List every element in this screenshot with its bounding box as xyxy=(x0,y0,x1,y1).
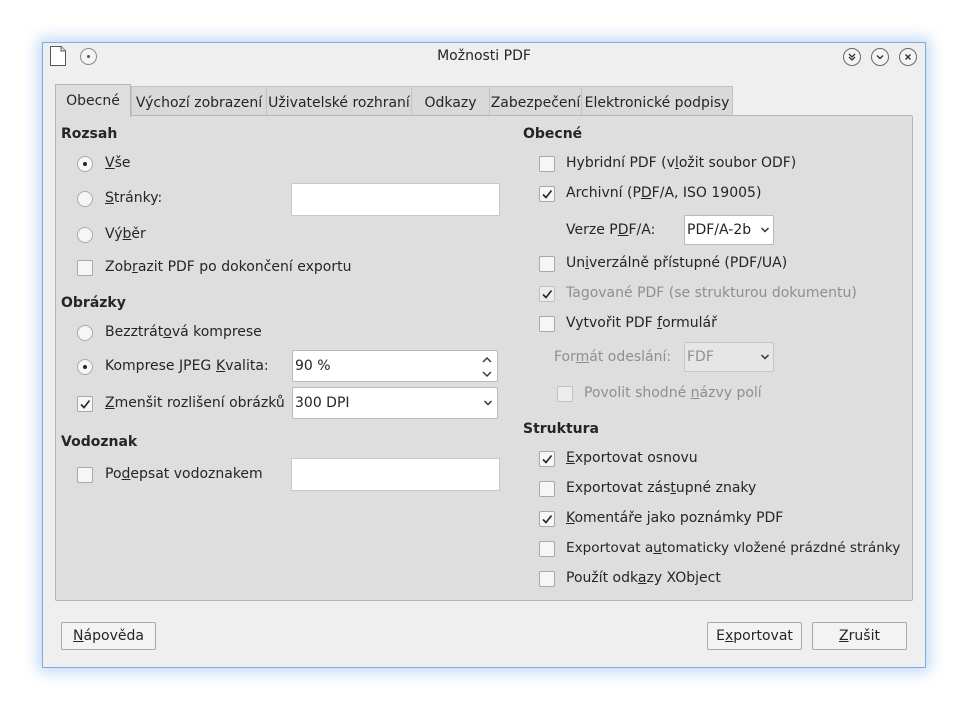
range-pages-label[interactable]: Stránky: xyxy=(105,190,162,206)
pdfa-version-label: Verze PDF/A: xyxy=(566,222,656,238)
range-all-radio[interactable] xyxy=(77,156,93,172)
checkmark-icon xyxy=(80,400,91,409)
range-selection-radio[interactable] xyxy=(77,227,93,243)
help-button[interactable]: Nápověda xyxy=(61,622,156,650)
comments-as-notes-checkbox[interactable] xyxy=(539,511,555,527)
jpeg-quality-value: 90 % xyxy=(295,358,331,374)
lossless-compression-radio[interactable] xyxy=(77,325,93,341)
allow-duplicate-names-checkbox[interactable] xyxy=(557,386,573,402)
window-title: Možnosti PDF xyxy=(437,48,531,64)
allow-duplicate-names-label[interactable]: Povolit shodné názvy polí xyxy=(584,385,762,401)
use-xobject-checkbox[interactable] xyxy=(539,571,555,587)
submit-format-dropdown[interactable]: FDF xyxy=(684,342,774,372)
range-pages-radio[interactable] xyxy=(77,191,93,207)
sign-watermark-checkbox[interactable] xyxy=(77,467,93,483)
shade-icon xyxy=(848,53,856,61)
images-header: Obrázky xyxy=(61,295,126,311)
checkmark-icon xyxy=(542,515,553,524)
title-bar: Možnosti PDF xyxy=(43,43,925,71)
tab-general[interactable]: Obecné xyxy=(55,84,131,117)
reduce-resolution-checkbox[interactable] xyxy=(77,396,93,412)
close-icon xyxy=(905,54,911,60)
export-placeholders-checkbox[interactable] xyxy=(539,481,555,497)
structure-header: Struktura xyxy=(523,421,599,437)
sign-watermark-label[interactable]: Podepsat vodoznakem xyxy=(105,466,263,482)
pdfa-version-dropdown[interactable]: PDF/A-2b xyxy=(684,215,774,245)
resolution-value: 300 DPI xyxy=(295,395,350,411)
checkmark-icon xyxy=(542,455,553,464)
minimize-button[interactable] xyxy=(871,48,889,66)
archive-pdfa-checkbox[interactable] xyxy=(539,186,555,202)
export-outline-label[interactable]: Exportovat osnovu xyxy=(566,450,698,466)
minimize-icon xyxy=(876,55,884,60)
range-selection-label[interactable]: Výběr xyxy=(105,226,146,242)
export-blank-pages-checkbox[interactable] xyxy=(539,541,555,557)
submit-format-value: FDF xyxy=(687,349,714,365)
export-outline-checkbox[interactable] xyxy=(539,451,555,467)
pdf-options-dialog: Možnosti PDF Obecné Výchozí zobrazení Už… xyxy=(42,42,926,668)
hybrid-pdf-checkbox[interactable] xyxy=(539,156,555,172)
jpeg-compression-label[interactable]: Komprese JPEG xyxy=(105,358,211,374)
quality-label: Kvalita: xyxy=(216,358,269,374)
archive-pdfa-label[interactable]: Archivní (PDF/A, ISO 19005) xyxy=(566,185,761,201)
shade-button[interactable] xyxy=(843,48,861,66)
chevron-down-icon xyxy=(760,227,770,233)
close-button[interactable] xyxy=(899,48,917,66)
jpeg-compression-radio[interactable] xyxy=(77,359,93,375)
universal-access-label[interactable]: Univerzálně přístupné (PDF/UA) xyxy=(566,255,787,271)
create-form-label[interactable]: Vytvořit PDF formulář xyxy=(566,315,717,331)
create-form-checkbox[interactable] xyxy=(539,316,555,332)
general-header: Obecné xyxy=(523,126,583,142)
chevron-down-icon xyxy=(760,354,770,360)
range-all-label[interactable]: Vše xyxy=(105,155,131,171)
pages-input[interactable] xyxy=(291,183,500,216)
submit-format-label: Formát odeslání: xyxy=(554,349,672,365)
chevron-down-icon xyxy=(483,400,493,406)
export-placeholders-label[interactable]: Exportovat zástupné znaky xyxy=(566,480,756,496)
comments-as-notes-label[interactable]: Komentáře jako poznámky PDF xyxy=(566,510,783,526)
watermark-input[interactable] xyxy=(291,458,500,491)
tagged-pdf-checkbox[interactable] xyxy=(539,286,555,302)
show-pdf-after-export-label[interactable]: Zobrazit PDF po dokončení exportu xyxy=(105,259,351,275)
resolution-dropdown[interactable]: 300 DPI xyxy=(292,387,498,419)
universal-access-checkbox[interactable] xyxy=(539,256,555,272)
show-pdf-after-export-checkbox[interactable] xyxy=(77,260,93,276)
tagged-pdf-label[interactable]: Tagované PDF (se strukturou dokumentu) xyxy=(566,285,857,301)
checkmark-icon xyxy=(542,290,553,299)
watermark-header: Vodoznak xyxy=(61,434,138,450)
hybrid-pdf-label[interactable]: Hybridní PDF (vložit soubor ODF) xyxy=(566,155,796,171)
spin-arrows-icon[interactable] xyxy=(481,354,493,380)
checkmark-icon xyxy=(542,190,553,199)
cancel-button[interactable]: Zrušit xyxy=(812,622,907,650)
lossless-compression-label[interactable]: Bezztrátová komprese xyxy=(105,324,262,340)
export-button[interactable]: Exportovat xyxy=(707,622,802,650)
pdfa-version-value: PDF/A-2b xyxy=(687,222,752,238)
use-xobject-label[interactable]: Použít odkazy XObject xyxy=(566,570,721,586)
reduce-resolution-label[interactable]: Zmenšit rozlišení obrázků xyxy=(105,395,285,411)
range-header: Rozsah xyxy=(61,126,118,142)
jpeg-quality-spinbox[interactable]: 90 % xyxy=(292,350,498,382)
export-blank-pages-label[interactable]: Exportovat automaticky vložené prázdné s… xyxy=(566,540,900,556)
